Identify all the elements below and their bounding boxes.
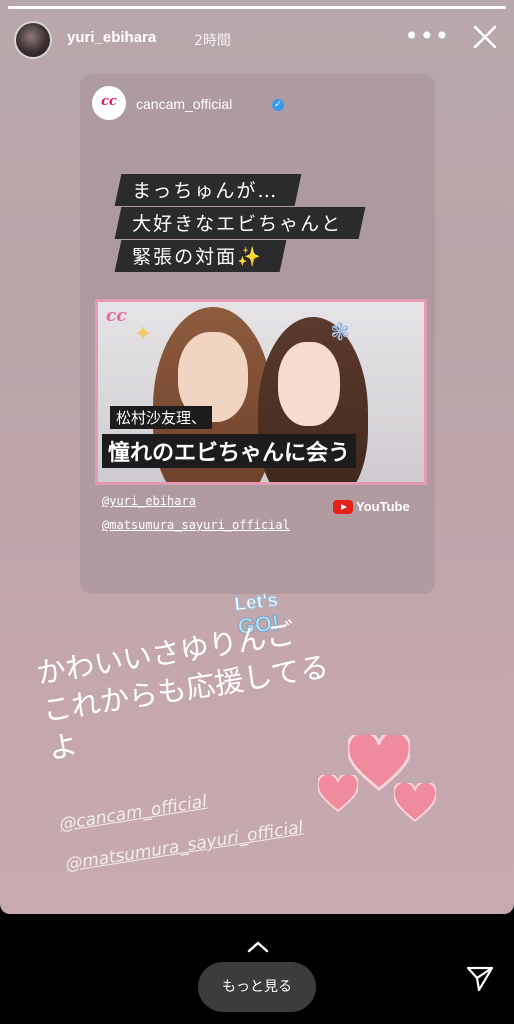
shared-post-card[interactable]: cc cancam_official ✓ まっちゅんが… 大好きなエビちゃんと … — [80, 74, 435, 594]
shared-account-name[interactable]: cancam_official — [136, 96, 232, 112]
heart-icon — [394, 783, 436, 822]
headline-line-2: 大好きなエビちゃんと — [114, 207, 366, 239]
username[interactable]: yuri_ebihara — [67, 29, 156, 46]
see-more-button[interactable]: もっと見る — [198, 962, 316, 1012]
youtube-label: YouTube — [356, 499, 410, 514]
sparkle-icon: ✦ — [134, 322, 153, 347]
close-icon[interactable] — [470, 22, 500, 52]
headline-line-3: 緊張の対面✨ — [114, 240, 287, 272]
headline-line-1: まっちゅんが… — [114, 174, 302, 206]
avatar[interactable] — [14, 21, 52, 59]
story-progress-fill — [8, 6, 506, 9]
send-icon[interactable] — [464, 962, 496, 994]
face-right — [278, 342, 340, 426]
story-header: yuri_ebihara 2時間 ••• — [14, 18, 500, 62]
heart-icon — [318, 775, 358, 813]
verified-badge-icon: ✓ — [272, 99, 284, 111]
chevron-up-icon[interactable] — [246, 938, 270, 954]
shared-post-header: cc cancam_official ✓ — [92, 86, 423, 124]
droplet-icon: ❃ — [330, 318, 351, 346]
hearts-sticker — [318, 735, 438, 830]
thumbnail-subtitle: 松村沙友理、 — [110, 406, 213, 429]
video-thumbnail[interactable]: cc ✦ ❃ 松村沙友理、 憧れのエビちゃんに会う — [95, 299, 427, 485]
story-frame[interactable]: yuri_ebihara 2時間 ••• cc cancam_official … — [0, 0, 514, 914]
post-time: 2時間 — [194, 33, 231, 49]
more-horizontal-icon[interactable]: ••• — [405, 22, 450, 50]
thumbnail-brand: cc — [106, 306, 127, 326]
thumbnail-title: 憧れのエビちゃんに会う — [102, 434, 357, 468]
story-progress-bar — [8, 6, 506, 9]
cancam-logo: cc — [92, 86, 126, 120]
mention-yuri[interactable]: @yuri_ebihara — [102, 494, 196, 508]
youtube-icon — [333, 500, 353, 514]
story-mention-cancam[interactable]: @cancam_official — [58, 792, 208, 835]
mention-matsumura[interactable]: @matsumura_sayuri_official — [102, 518, 290, 532]
